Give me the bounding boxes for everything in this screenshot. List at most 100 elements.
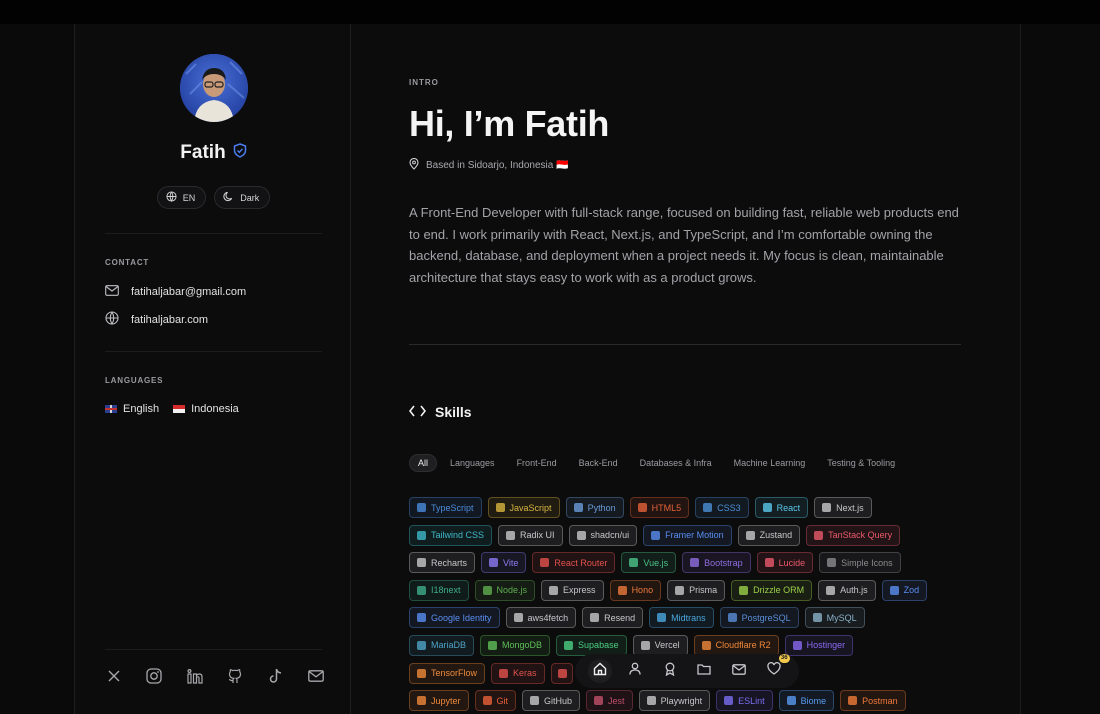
skill-chip[interactable]: Prisma xyxy=(667,579,726,601)
skill-chip[interactable]: Zustand xyxy=(737,524,801,546)
skill-label: Python xyxy=(587,502,616,513)
dock-contact[interactable] xyxy=(727,659,751,683)
location-text: Based in Sidoarjo, Indonesia 🇮🇩 xyxy=(426,160,569,171)
dock-home[interactable] xyxy=(588,659,613,683)
tab-all[interactable]: All xyxy=(409,454,438,472)
skill-chip[interactable]: Jest xyxy=(586,690,633,712)
skill-chip[interactable]: TensorFlow xyxy=(409,662,486,684)
skill-chip[interactable]: Midtrans xyxy=(649,607,714,629)
skill-chip[interactable]: aws4fetch xyxy=(505,607,577,629)
skill-chip[interactable]: Keras xyxy=(491,662,545,684)
dock-projects[interactable] xyxy=(692,659,716,683)
skill-label: Zustand xyxy=(759,530,793,541)
tab-testing-tooling[interactable]: Testing & Tooling xyxy=(818,454,904,472)
skill-label: Keras xyxy=(513,668,537,679)
skill-logo-icon xyxy=(827,558,837,568)
tab-back-end[interactable]: Back-End xyxy=(570,454,627,472)
skill-chip[interactable] xyxy=(550,662,573,684)
skill-chip[interactable]: Radix UI xyxy=(498,524,563,546)
skill-chip[interactable]: Python xyxy=(565,497,624,518)
skill-chip[interactable]: MariaDB xyxy=(409,634,475,656)
tab-languages[interactable]: Languages xyxy=(441,454,504,472)
skill-chip[interactable]: Next.js xyxy=(814,497,872,518)
profile-sidebar: Fatih EN Dark CONTACT fatihaljabar@gmail… xyxy=(74,24,351,714)
skill-chip[interactable]: Drizzle ORM xyxy=(731,579,813,601)
skill-chip[interactable]: Bootstrap xyxy=(682,552,751,574)
mail-icon[interactable] xyxy=(307,667,325,685)
linkedin-icon[interactable] xyxy=(186,667,204,685)
skill-chip[interactable]: Google Identity xyxy=(409,607,500,629)
skill-chip[interactable]: Git xyxy=(474,690,517,712)
dock-about[interactable] xyxy=(623,659,647,683)
skill-logo-icon xyxy=(590,613,600,623)
language-label: English xyxy=(123,403,160,415)
skill-label: Express xyxy=(563,585,596,596)
contact-website-link[interactable]: fatihaljabar.com xyxy=(105,311,208,328)
skill-chip[interactable]: Hostinger xyxy=(784,634,854,656)
skill-logo-icon xyxy=(657,613,667,623)
dock-achievements[interactable] xyxy=(658,659,682,683)
skill-chip[interactable]: PostgreSQL xyxy=(719,607,799,629)
tiktok-icon[interactable] xyxy=(267,667,285,685)
skill-label: PostgreSQL xyxy=(741,612,791,623)
tab-databases-infra[interactable]: Databases & Infra xyxy=(631,454,721,472)
language-item-indonesia: Indonesia xyxy=(173,403,239,415)
skill-chip[interactable]: Hono xyxy=(609,579,662,601)
skill-chip[interactable]: CSS3 xyxy=(695,497,749,518)
skill-chip[interactable]: Jupyter xyxy=(409,690,469,712)
skill-chip[interactable]: MySQL xyxy=(804,607,865,629)
instagram-icon[interactable] xyxy=(145,667,163,685)
skill-label: Radix UI xyxy=(520,530,555,541)
skill-logo-icon xyxy=(848,696,858,706)
skill-chip[interactable]: shadcn/ui xyxy=(568,524,638,546)
skill-chip[interactable]: Zod xyxy=(881,579,928,601)
skill-chip[interactable]: Resend xyxy=(582,607,644,629)
skill-logo-icon xyxy=(703,503,713,512)
github-icon[interactable] xyxy=(226,667,244,685)
skill-chip[interactable]: I18next xyxy=(409,579,469,601)
skill-chip[interactable]: Cloudflare R2 xyxy=(693,634,779,656)
skill-logo-icon xyxy=(651,530,661,540)
skill-chip[interactable]: Tailwind CSS xyxy=(409,524,493,546)
skill-chip[interactable]: React Router xyxy=(532,552,616,574)
skill-logo-icon xyxy=(417,696,426,706)
skill-chip[interactable]: JavaScript xyxy=(487,497,560,518)
skill-chip[interactable]: Framer Motion xyxy=(643,524,732,546)
dock-guestbook[interactable]: 36 xyxy=(762,654,790,683)
contact-email-link[interactable]: fatihaljabar@gmail.com xyxy=(105,285,246,299)
skill-logo-icon xyxy=(745,530,755,540)
skill-chip[interactable]: TypeScript xyxy=(409,497,482,518)
award-icon xyxy=(664,662,676,681)
language-toggle-button[interactable]: EN xyxy=(156,186,207,209)
skill-chip[interactable]: ESLint xyxy=(716,690,773,712)
skill-chip[interactable]: Postman xyxy=(840,690,906,712)
skill-chip[interactable]: Playwright xyxy=(638,690,711,712)
x-icon[interactable] xyxy=(105,667,123,685)
skill-chip[interactable]: Vue.js xyxy=(621,552,677,574)
sidebar-divider xyxy=(105,351,322,352)
skill-label: TensorFlow xyxy=(431,668,478,679)
skill-chip[interactable]: TanStack Query xyxy=(806,524,901,546)
skill-chip[interactable]: Vercel xyxy=(632,634,688,656)
skill-chip[interactable]: Lucide xyxy=(756,552,814,574)
skill-chip[interactable]: Auth.js xyxy=(818,579,876,601)
skill-chip[interactable]: GitHub xyxy=(522,690,581,712)
skill-chip[interactable]: React xyxy=(754,497,809,518)
skill-chip[interactable]: Vite xyxy=(481,552,527,574)
skill-chip[interactable]: HTML5 xyxy=(629,497,690,518)
skill-chip[interactable]: Recharts xyxy=(409,552,476,574)
skill-chip[interactable]: Simple Icons xyxy=(819,552,901,574)
indonesia-flag-icon xyxy=(173,405,186,413)
skill-chip[interactable]: MongoDB xyxy=(480,634,551,656)
skill-logo-icon xyxy=(417,613,426,623)
skill-chip[interactable]: Node.js xyxy=(474,579,536,601)
theme-toggle-button[interactable]: Dark xyxy=(214,186,271,209)
skill-chip[interactable]: Biome xyxy=(778,690,835,712)
tab-front-end[interactable]: Front-End xyxy=(508,454,566,472)
skill-row: Recharts Vite React Router Vue.js Bootstrap L… xyxy=(409,552,969,574)
tab-machine-learning[interactable]: Machine Learning xyxy=(725,454,815,472)
languages-section-title: LANGUAGES xyxy=(105,376,164,385)
skill-chip[interactable]: Express xyxy=(541,579,604,601)
skill-label: Playwright xyxy=(660,695,703,706)
skill-chip[interactable]: Supabase xyxy=(556,634,627,656)
